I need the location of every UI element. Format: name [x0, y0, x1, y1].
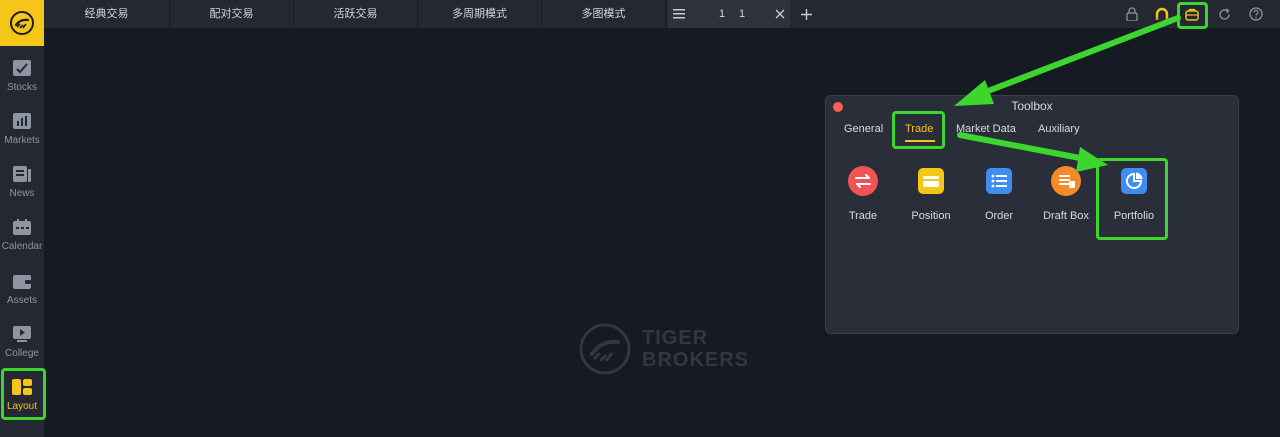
tiger-logo-icon: [10, 11, 34, 35]
sidebar-item-label: Assets: [6, 295, 37, 306]
tool-draft-box[interactable]: Draft Box: [1034, 166, 1098, 222]
toolbox-button-highlight: [1177, 2, 1208, 29]
lock-icon[interactable]: [1124, 6, 1140, 22]
toolbox-tab-market-data[interactable]: Market Data: [956, 123, 1016, 135]
stocks-icon: [12, 58, 32, 78]
toolbox-tab-general[interactable]: General: [844, 123, 883, 135]
add-icon[interactable]: [798, 0, 814, 28]
sidebar-item-label: College: [5, 348, 39, 359]
tab-multi-chart[interactable]: 多图模式: [542, 0, 666, 28]
sidebar-item-label: Markets: [4, 135, 40, 146]
top-bar: 经典交易 配对交易 活跃交易 多周期模式 多图模式 1 1: [44, 0, 1280, 28]
sidebar-item-calendar[interactable]: Calendar: [0, 213, 44, 261]
toolbox-tab-auxiliary[interactable]: Auxiliary: [1038, 123, 1080, 135]
watermark-line-1: TIGER: [642, 327, 709, 349]
arrow-to-trade-tab: [972, 15, 1181, 99]
position-icon: [916, 166, 946, 196]
news-icon: [12, 164, 32, 184]
portfolio-highlight: [1096, 158, 1168, 240]
tab-multi-period[interactable]: 多周期模式: [418, 0, 542, 28]
grid-cols-value[interactable]: 1: [736, 0, 748, 28]
tab-pair-trade[interactable]: 配对交易: [170, 0, 294, 28]
college-icon: [12, 324, 32, 344]
layout-highlight-box: [1, 368, 46, 420]
tool-label: Order: [984, 210, 1014, 222]
tab-classic-trade[interactable]: 经典交易: [44, 0, 170, 28]
tool-trade[interactable]: Trade: [831, 166, 895, 222]
assets-icon: [12, 271, 32, 291]
magnet-icon[interactable]: [1154, 6, 1170, 22]
sidebar-item-label: Stocks: [6, 82, 37, 93]
tool-label: Position: [911, 210, 951, 222]
refresh-icon[interactable]: [1216, 6, 1232, 22]
tiger-logo[interactable]: [0, 0, 44, 46]
tool-label: Draft Box: [1043, 210, 1089, 222]
grid-rows-value[interactable]: 1: [716, 0, 728, 28]
toolbox-title: Toolbox: [1011, 99, 1053, 113]
sidebar-item-college[interactable]: College: [0, 320, 44, 368]
draft-box-icon: [1051, 166, 1081, 196]
trade-tab-highlight: [892, 111, 945, 149]
order-icon: [984, 166, 1014, 196]
close-icon[interactable]: [772, 0, 788, 28]
tab-active-trade[interactable]: 活跃交易: [294, 0, 418, 28]
tool-position[interactable]: Position: [899, 166, 963, 222]
sidebar-item-label: Calendar: [1, 241, 43, 252]
sidebar-item-label: News: [9, 188, 35, 199]
trade-icon: [848, 166, 878, 196]
menu-icon[interactable]: [670, 0, 688, 28]
help-icon[interactable]: [1248, 6, 1264, 22]
tool-order[interactable]: Order: [967, 166, 1031, 222]
markets-icon: [12, 111, 32, 131]
tiger-brokers-watermark: TIGER BROKERS: [578, 322, 749, 376]
sidebar-item-assets[interactable]: Assets: [0, 267, 44, 315]
toolbox-window: Toolbox General Trade Market Data Auxili…: [825, 95, 1239, 334]
watermark-line-2: BROKERS: [642, 349, 750, 371]
calendar-icon: [12, 217, 32, 237]
sidebar-item-markets[interactable]: Markets: [0, 107, 44, 155]
sidebar-item-stocks[interactable]: Stocks: [0, 54, 44, 102]
sidebar-item-news[interactable]: News: [0, 160, 44, 208]
tool-label: Trade: [848, 210, 878, 222]
watermark-logo-icon: [579, 323, 631, 375]
